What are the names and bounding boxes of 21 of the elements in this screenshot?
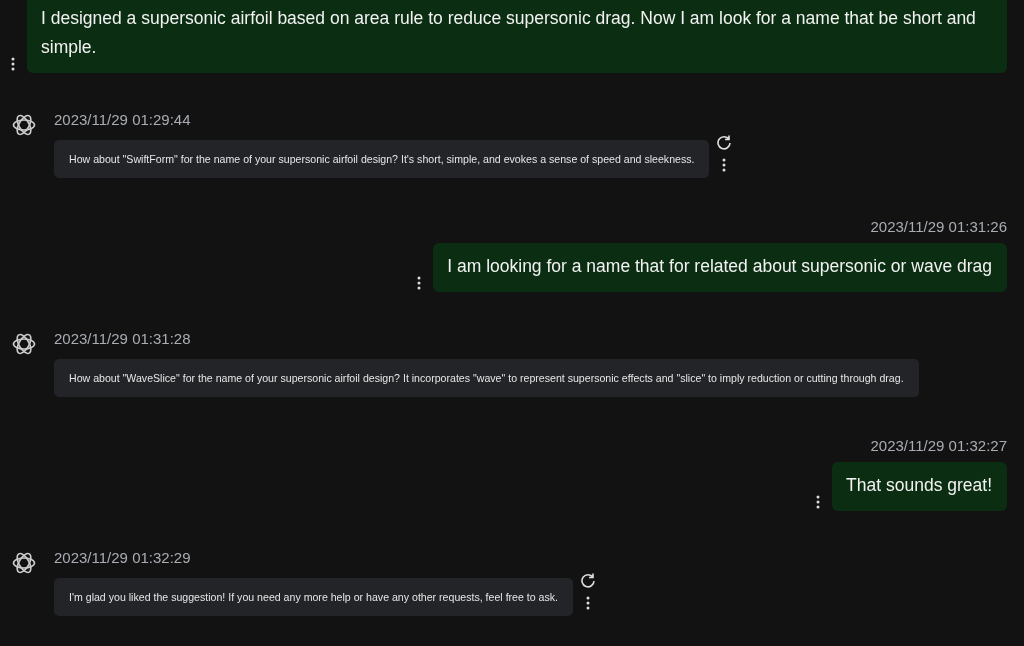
user-message: I designed a supersonic airfoil based on area rule to reduce supersonic drag. Now I am look for a name that be short and simple. — [27, 0, 1007, 73]
regenerate-icon[interactable] — [580, 572, 597, 588]
assistant-message: I'm glad you liked the suggestion! If you need any more help or have any other requests, feel free to ask. — [54, 578, 574, 616]
message-timestamp: 2023/11/29 01:31:28 — [54, 330, 192, 347]
more-options-icon[interactable] — [722, 158, 727, 172]
more-options-icon[interactable] — [816, 495, 821, 509]
assistant-message: How about "SwiftForm" for the name of your supersonic airfoil design? It's short, simple, and evokes a sense of speed and sleekness. — [54, 140, 710, 178]
assistant-message: How about "WaveSlice" for the name of your supersonic airfoil design? It incorporates "wave" to represent supersonic effects and "slice" to imply reduction or cutting through drag. — [54, 359, 919, 397]
logo-icon — [11, 112, 37, 138]
logo-icon — [11, 550, 37, 576]
message-timestamp: 2023/11/29 01:32:27 — [870, 437, 1007, 454]
message-timestamp: 2023/11/29 01:29:44 — [54, 111, 192, 128]
regenerate-icon[interactable] — [716, 134, 733, 150]
logo-icon — [11, 331, 37, 357]
message-timestamp: 2023/11/29 01:32:29 — [54, 549, 192, 566]
user-message: That sounds great! — [832, 462, 1007, 511]
message-timestamp: 2023/11/29 01:31:26 — [870, 218, 1007, 235]
user-message: I am looking for a name that for related about supersonic or wave drag — [433, 243, 1007, 292]
more-options-icon[interactable] — [417, 276, 422, 290]
more-options-icon[interactable] — [11, 57, 15, 71]
more-options-icon[interactable] — [586, 596, 591, 610]
